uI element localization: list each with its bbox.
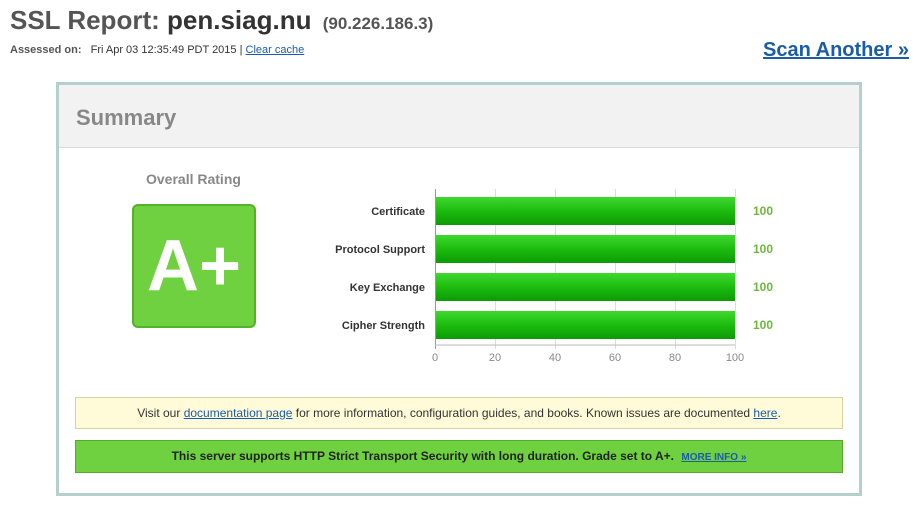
x-tick-label: 0 [432,352,438,364]
x-tick-label: 40 [549,352,561,364]
doc-end: . [777,406,781,420]
doc-middle: for more information, configuration guid… [295,406,751,420]
more-info-link[interactable]: MORE INFO » [681,452,746,463]
x-tick-label: 60 [609,352,621,364]
x-tick-label: 100 [726,352,744,364]
bar-certificate [436,197,735,225]
documentation-notice: Visit our documentation page for more in… [75,397,843,429]
bar-value-label: 100 [753,280,773,294]
bar-value-label: 100 [753,204,773,218]
bar-cipher-strength [436,311,735,339]
clear-cache-link[interactable]: Clear cache [246,44,305,56]
bar-category-label: Cipher Strength [342,320,425,332]
separator: | [239,44,243,56]
bar-category-label: Certificate [371,206,425,218]
x-tick-label: 20 [489,352,501,364]
known-issues-link[interactable]: here [753,406,777,420]
host-name: pen.siag.nu [167,5,312,35]
bar-value-label: 100 [753,318,773,332]
x-tick-label: 80 [669,352,681,364]
ip-address: (90.226.186.3) [322,14,434,33]
bar-category-label: Protocol Support [335,244,425,256]
assessed-date: Fri Apr 03 12:35:49 PDT 2015 [90,44,237,56]
hsts-text: This server supports HTTP Strict Transpo… [171,449,675,463]
summary-panel: Summary Overall Rating A+ Certificate 100… [56,82,862,496]
documentation-link[interactable]: documentation page [184,406,293,420]
title-label: SSL Report: [10,5,160,35]
assessed-label: Assessed on: [10,44,82,56]
assessed-line: Assessed on: Fri Apr 03 12:35:49 PDT 201… [10,44,304,56]
scan-another-link[interactable]: Scan Another » [763,39,909,62]
rating-chart: Certificate 100 Protocol Support 100 Key Exc… [335,189,773,364]
bar-key-exchange [436,273,735,301]
doc-prefix: Visit our [137,406,181,420]
bar-value-label: 100 [753,242,773,256]
hsts-notice: This server supports HTTP Strict Transpo… [75,440,843,473]
bar-category-label: Key Exchange [350,282,425,294]
page-title: SSL Report: pen.siag.nu (90.226.186.3) [10,5,433,36]
bar-protocol-support [436,235,735,263]
